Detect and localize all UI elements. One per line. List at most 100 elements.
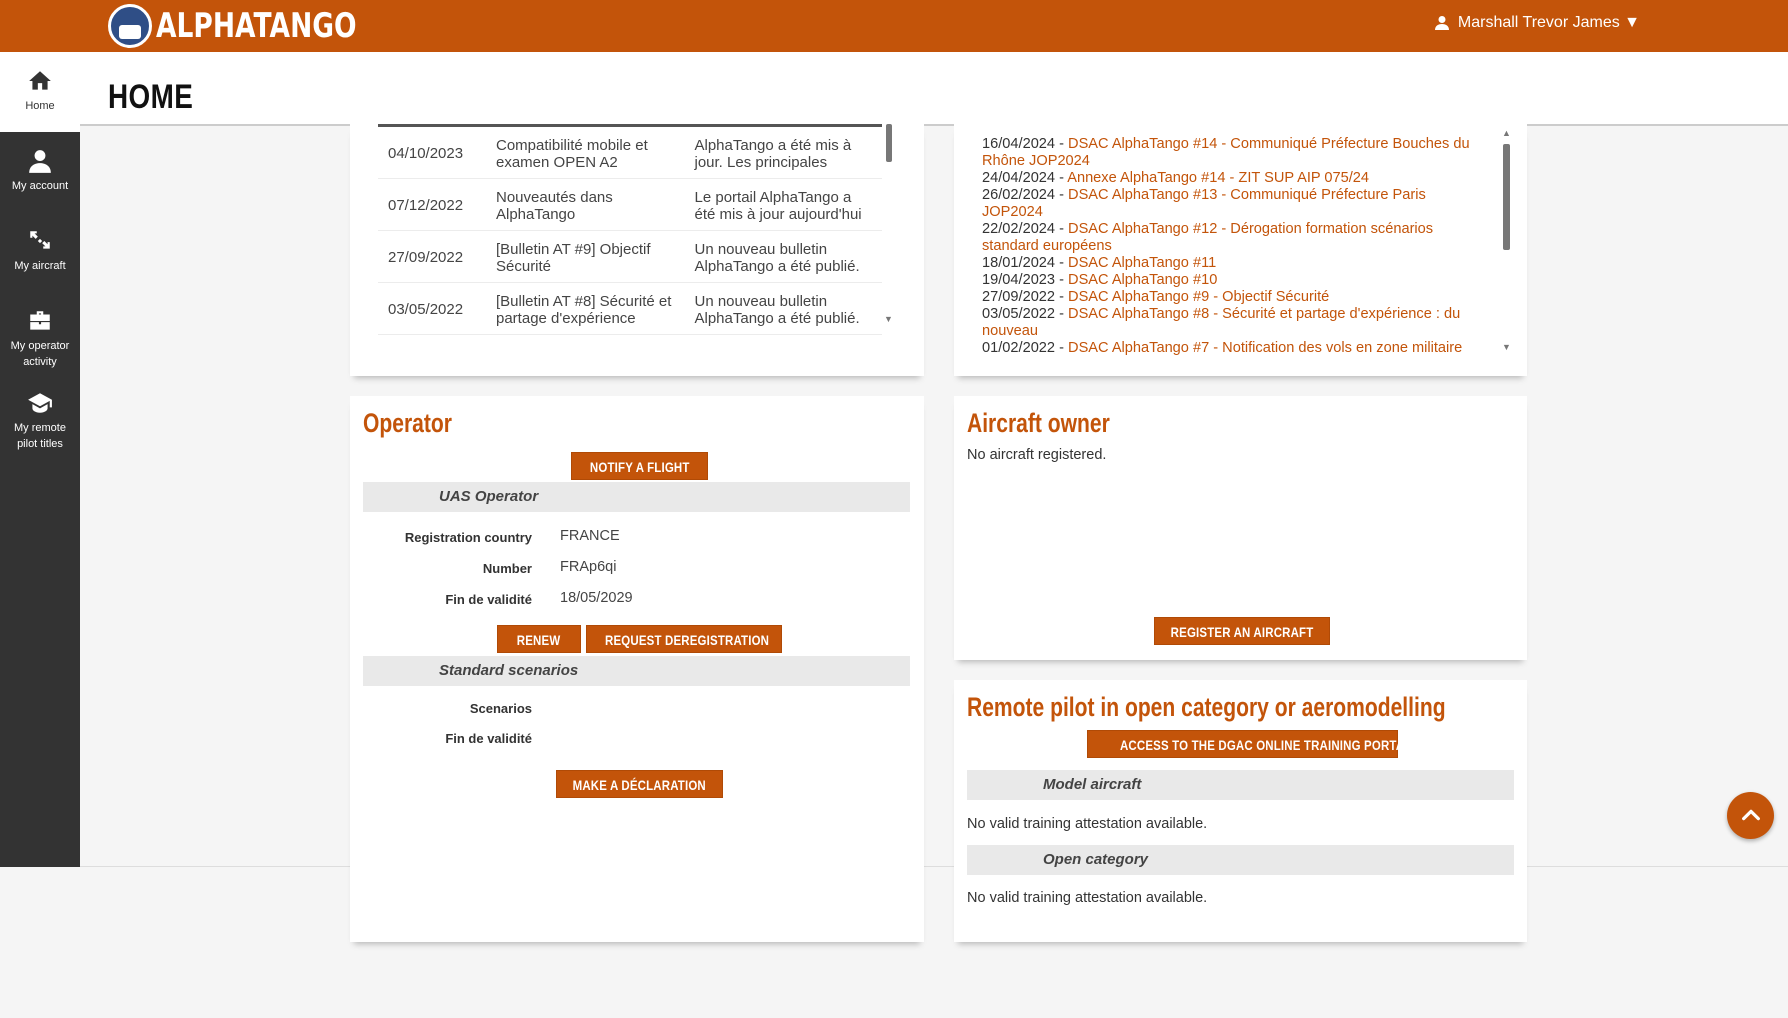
- section-title: Open category: [1043, 851, 1149, 868]
- validity-value: 18/05/2029: [560, 590, 633, 606]
- user-icon: [29, 150, 51, 173]
- list-item: 24/04/2024 - Annexe AlphaTango #14 - ZIT…: [982, 170, 1370, 186]
- list-item: 22/02/2024 - DSAC AlphaTango #12 - Dérog…: [982, 221, 1434, 254]
- button-label: REQUEST DEREGISTRATION: [605, 632, 770, 648]
- logo-text: ALPHATANGO: [156, 6, 357, 46]
- section-title: UAS Operator: [439, 488, 539, 505]
- briefcase-icon: [30, 311, 50, 330]
- scenarios-label: Scenarios: [469, 701, 532, 716]
- page-header: HOME: [80, 52, 1788, 126]
- bulletin-link[interactable]: DSAC AlphaTango #14 - Communiqué Préfect…: [982, 136, 1470, 169]
- sidebar-item-my-account[interactable]: My account: [0, 148, 80, 194]
- table-row[interactable]: 04/10/2023 Compatibilité mobile et exame…: [378, 125, 882, 179]
- bulletin-date: 18/01/2024: [982, 255, 1056, 271]
- news-summary: Un nouveau bulletin AlphaTango a été pub…: [684, 282, 882, 335]
- app-logo[interactable]: ALPHATANGO: [108, 2, 413, 50]
- home-icon: [29, 71, 51, 90]
- news-date: 07/12/2022: [378, 178, 486, 231]
- model-aircraft-text: No valid training attestation available.: [967, 816, 1208, 832]
- notify-flight-button[interactable]: NOTIFY A FLIGHT: [571, 452, 708, 480]
- operator-card: Operator NOTIFY A FLIGHT UAS Operator Re…: [350, 396, 924, 942]
- bulletin-link[interactable]: DSAC AlphaTango #10: [1068, 272, 1217, 288]
- sidebar-item-my-operator-activity[interactable]: My operator activity: [0, 308, 80, 370]
- bulletin-date: 22/02/2024: [982, 221, 1056, 237]
- bulletin-link[interactable]: DSAC AlphaTango #9 - Objectif Sécurité: [1068, 289, 1329, 305]
- sidebar-item-label: My account: [11, 180, 69, 192]
- bulletins-list: 16/04/2024 - DSAC AlphaTango #14 - Commu…: [982, 136, 1490, 357]
- open-category-section: Open category: [967, 845, 1514, 875]
- remote-pilot-title: Remote pilot in open category or aeromod…: [967, 692, 1446, 722]
- button-label: ACCESS TO THE DGAC ONLINE TRAINING PORTA…: [1119, 737, 1412, 753]
- scroll-down-arrow-icon[interactable]: ▼: [884, 314, 893, 324]
- open-category-text: No valid training attestation available.: [967, 890, 1208, 906]
- no-aircraft-text: No aircraft registered.: [967, 447, 1107, 463]
- bulletin-link[interactable]: DSAC AlphaTango #7 - Notification des vo…: [1068, 340, 1462, 356]
- bulletins-card: 16/04/2024 - DSAC AlphaTango #14 - Commu…: [954, 124, 1527, 376]
- user-menu[interactable]: Marshall Trevor James ▼: [1434, 14, 1640, 32]
- sidebar: Home My account My aircraft My operator …: [0, 52, 80, 867]
- table-row[interactable]: 07/12/2022 Nouveautés dans AlphaTango Le…: [378, 178, 882, 231]
- list-item: 19/04/2023 - DSAC AlphaTango #10: [982, 272, 1218, 288]
- news-scrollbar-thumb[interactable]: [886, 124, 892, 162]
- register-aircraft-button[interactable]: REGISTER AN AIRCRAFT: [1154, 617, 1330, 645]
- remote-pilot-card: Remote pilot in open category or aeromod…: [954, 680, 1527, 942]
- sidebar-item-label: My aircraft: [14, 260, 66, 272]
- list-item: 26/02/2024 - DSAC AlphaTango #13 - Commu…: [982, 187, 1426, 220]
- button-label: RENEW: [517, 632, 561, 648]
- registration-country-value: FRANCE: [560, 528, 620, 544]
- renew-button[interactable]: RENEW: [497, 625, 581, 653]
- chevron-up-icon: [1742, 809, 1760, 821]
- table-row[interactable]: 27/09/2022 [Bulletin AT #9] Objectif Séc…: [378, 230, 882, 283]
- divider: [80, 866, 1788, 867]
- news-card: 04/10/2023 Compatibilité mobile et exame…: [350, 124, 924, 376]
- dgac-training-portal-button[interactable]: ACCESS TO THE DGAC ONLINE TRAINING PORTA…: [1087, 730, 1411, 758]
- user-icon: [1434, 16, 1449, 30]
- table-row[interactable]: 03/05/2022 [Bulletin AT #8] Sécurité et …: [378, 282, 882, 335]
- sidebar-item-my-aircraft[interactable]: My aircraft: [0, 228, 80, 274]
- model-aircraft-section: Model aircraft: [967, 770, 1514, 800]
- number-value: FRAp6qi: [560, 559, 617, 575]
- drone-icon: [30, 231, 50, 249]
- scroll-down-arrow-icon[interactable]: ▼: [1502, 342, 1511, 352]
- section-title: Model aircraft: [1043, 776, 1142, 793]
- top-bar: ALPHATANGO Marshall Trevor James ▼: [0, 0, 1788, 52]
- user-name: Marshall Trevor James ▼: [1457, 14, 1640, 31]
- button-label: MAKE A DÉCLARATION: [572, 777, 707, 793]
- uas-operator-section: UAS Operator: [363, 482, 910, 512]
- page-title: HOME: [108, 78, 194, 116]
- button-label: REGISTER AN AIRCRAFT: [1170, 624, 1314, 640]
- bulletin-link[interactable]: Annexe AlphaTango #14 - ZIT SUP AIP 075/…: [1067, 170, 1369, 186]
- logo-emblem-icon: [108, 4, 152, 48]
- standard-scenarios-section: Standard scenarios: [363, 656, 910, 686]
- list-item: 16/04/2024 - DSAC AlphaTango #14 - Commu…: [982, 136, 1470, 169]
- section-title: Standard scenarios: [439, 662, 579, 679]
- number-label: Number: [482, 561, 532, 576]
- scroll-to-top-button[interactable]: [1727, 792, 1774, 839]
- list-item: 18/01/2024 - DSAC AlphaTango #11: [982, 255, 1217, 271]
- bulletin-date: 03/05/2022: [982, 306, 1056, 322]
- sidebar-item-label: My remote pilot titles: [14, 422, 66, 450]
- news-table: 04/10/2023 Compatibilité mobile et exame…: [378, 124, 882, 335]
- news-date: 04/10/2023: [378, 125, 486, 179]
- graduation-cap-icon: [28, 393, 52, 413]
- bulletins-scrollbar-thumb[interactable]: [1503, 144, 1510, 250]
- news-summary: Le portail AlphaTango a été mis à jour a…: [684, 178, 882, 231]
- news-summary: Un nouveau bulletin AlphaTango a été pub…: [684, 230, 882, 283]
- bulletin-date: 26/02/2024: [982, 187, 1056, 203]
- request-deregistration-button[interactable]: REQUEST DEREGISTRATION: [586, 625, 782, 653]
- sidebar-item-my-remote-pilot-titles[interactable]: My remote pilot titles: [0, 390, 80, 452]
- news-title: Compatibilité mobile et examen OPEN A2: [486, 125, 685, 179]
- sidebar-item-home[interactable]: Home: [0, 52, 80, 132]
- bulletin-date: 16/04/2024: [982, 136, 1056, 152]
- list-item: 03/05/2022 - DSAC AlphaTango #8 - Sécuri…: [982, 306, 1461, 339]
- news-title: Nouveautés dans AlphaTango: [486, 178, 685, 231]
- sidebar-item-label: My operator activity: [10, 340, 70, 368]
- bulletin-link[interactable]: DSAC AlphaTango #11: [1068, 255, 1216, 271]
- news-title: [Bulletin AT #8] Sécurité et partage d'e…: [486, 282, 685, 335]
- operator-title: Operator: [363, 408, 452, 438]
- make-declaration-button[interactable]: MAKE A DÉCLARATION: [556, 770, 723, 798]
- bulletin-date: 24/04/2024: [982, 170, 1056, 186]
- scroll-up-arrow-icon[interactable]: ▲: [1502, 128, 1511, 138]
- validity-label: Fin de validité: [445, 592, 532, 607]
- aircraft-owner-card: Aircraft owner No aircraft registered. R…: [954, 396, 1527, 660]
